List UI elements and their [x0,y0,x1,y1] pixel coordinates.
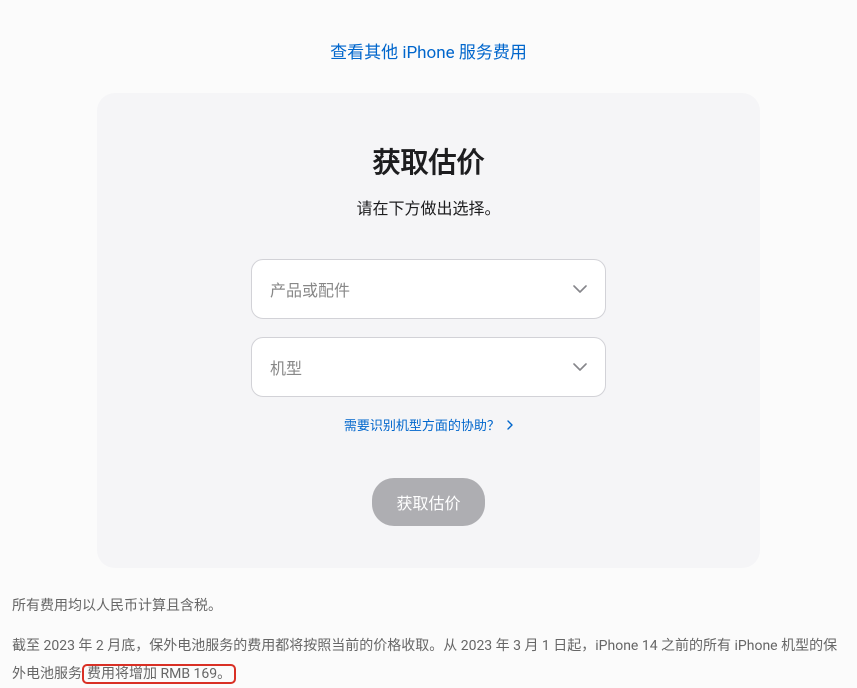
estimate-card: 获取估价 请在下方做出选择。 产品或配件 机型 需要识别机型方面的协助？ 获取估… [97,93,760,568]
card-subtitle: 请在下方做出选择。 [137,195,720,219]
product-select[interactable]: 产品或配件 [251,259,606,319]
model-select-placeholder: 机型 [270,355,302,379]
disclaimer-line-2: 截至 2023 年 2 月底，保外电池服务的费用都将按照当前的价格收取。从 20… [12,632,845,688]
product-select-wrap: 产品或配件 [251,259,606,319]
top-link-container: 查看其他 iPhone 服务费用 [0,0,857,93]
identify-model-help-link[interactable]: 需要识别机型方面的协助？ [344,419,513,434]
help-link-container: 需要识别机型方面的协助？ [137,415,720,434]
disclaimer: 所有费用均以人民币计算且含税。 截至 2023 年 2 月底，保外电池服务的费用… [12,592,845,688]
model-select-wrap: 机型 [251,337,606,397]
other-services-link[interactable]: 查看其他 iPhone 服务费用 [330,43,527,63]
price-increase-highlight: 费用将增加 RMB 169。 [82,664,236,684]
chevron-down-icon [573,363,587,371]
help-link-label: 需要识别机型方面的协助？ [344,419,500,434]
card-title: 获取估价 [137,141,720,181]
product-select-placeholder: 产品或配件 [270,277,350,301]
disclaimer-line-1: 所有费用均以人民币计算且含税。 [12,592,845,620]
model-select[interactable]: 机型 [251,337,606,397]
chevron-right-icon [507,419,513,434]
get-estimate-button[interactable]: 获取估价 [372,478,484,526]
chevron-down-icon [573,285,587,293]
